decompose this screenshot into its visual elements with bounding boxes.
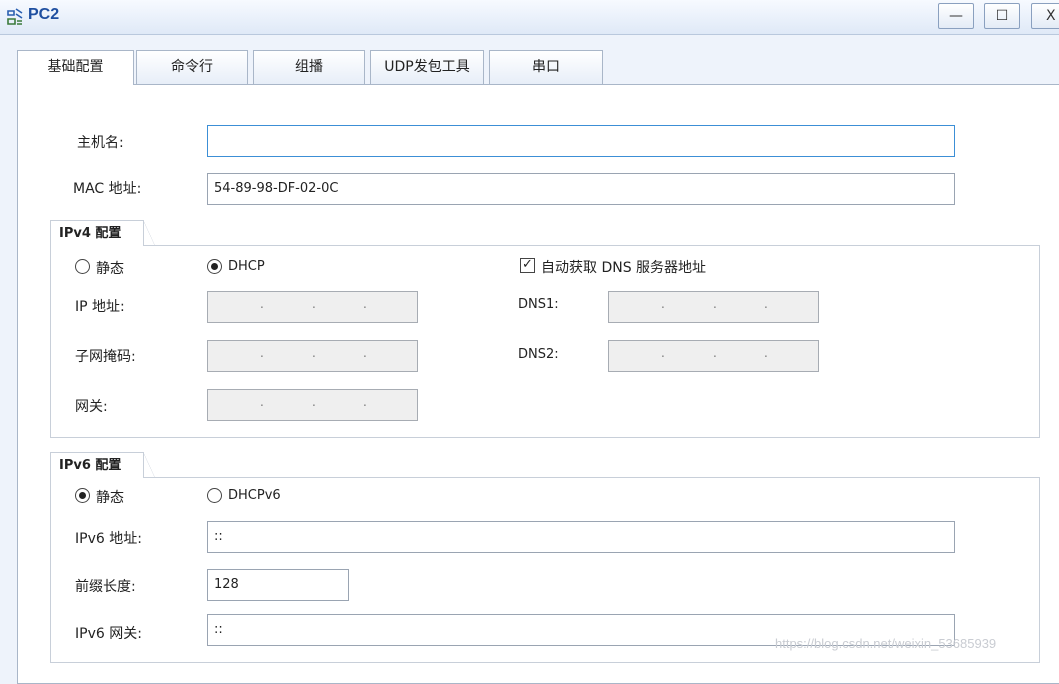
gateway-label: 网关: <box>75 399 108 415</box>
ipv6-static-label: 静态 <box>96 490 124 506</box>
dns1-label: DNS1: <box>518 297 559 312</box>
watermark: https://blog.csdn.net/weixin_53685939 <box>775 636 997 651</box>
ipv6-dhcp-label: DHCPv6 <box>228 488 281 503</box>
hostname-input[interactable] <box>207 125 955 157</box>
dns2-input: ... <box>608 340 819 372</box>
ipv4-dhcp-radio[interactable] <box>207 259 222 274</box>
subnet-mask-label: 子网掩码: <box>75 349 136 365</box>
prefix-length-input[interactable]: 128 <box>207 569 349 601</box>
ipv4-group-title: IPv4 配置 <box>50 220 155 246</box>
tab-command-line[interactable]: 命令行 <box>136 50 248 84</box>
gateway-input: ... <box>207 389 418 421</box>
ip-address-label: IP 地址: <box>75 299 125 315</box>
mac-label: MAC 地址: <box>73 181 142 197</box>
subnet-mask-input: ... <box>207 340 418 372</box>
ipv6-dhcp-radio[interactable] <box>207 488 222 503</box>
auto-dns-checkbox[interactable]: ✓ <box>520 258 535 273</box>
ipv6-gateway-label: IPv6 网关: <box>75 626 142 642</box>
mac-input[interactable]: 54-89-98-DF-02-0C <box>207 173 955 205</box>
ipv4-static-label: 静态 <box>96 261 124 277</box>
auto-dns-label: 自动获取 DNS 服务器地址 <box>541 260 707 276</box>
window-title: PC2 <box>28 6 60 23</box>
minimize-button[interactable]: — <box>938 3 974 29</box>
dns2-label: DNS2: <box>518 347 559 362</box>
ipv6-address-input[interactable]: :: <box>207 521 955 553</box>
pc-network-icon <box>7 8 23 25</box>
ipv4-dhcp-label: DHCP <box>228 259 265 274</box>
ipv6-group-title: IPv6 配置 <box>50 452 155 478</box>
close-button[interactable]: X <box>1031 3 1059 29</box>
tab-serial[interactable]: 串口 <box>489 50 603 84</box>
dns1-input: ... <box>608 291 819 323</box>
prefix-length-label: 前缀长度: <box>75 579 136 595</box>
ipv4-static-radio[interactable] <box>75 259 90 274</box>
ip-address-input: ... <box>207 291 418 323</box>
title-bar: PC2 — ☐ X <box>0 0 1059 35</box>
hostname-label: 主机名: <box>77 135 124 151</box>
ipv6-address-label: IPv6 地址: <box>75 531 142 547</box>
maximize-button[interactable]: ☐ <box>984 3 1020 29</box>
tab-basic-config[interactable]: 基础配置 <box>17 50 134 85</box>
ipv6-static-radio[interactable] <box>75 488 90 503</box>
tab-udp-tool[interactable]: UDP发包工具 <box>370 50 484 84</box>
tab-multicast[interactable]: 组播 <box>253 50 365 84</box>
